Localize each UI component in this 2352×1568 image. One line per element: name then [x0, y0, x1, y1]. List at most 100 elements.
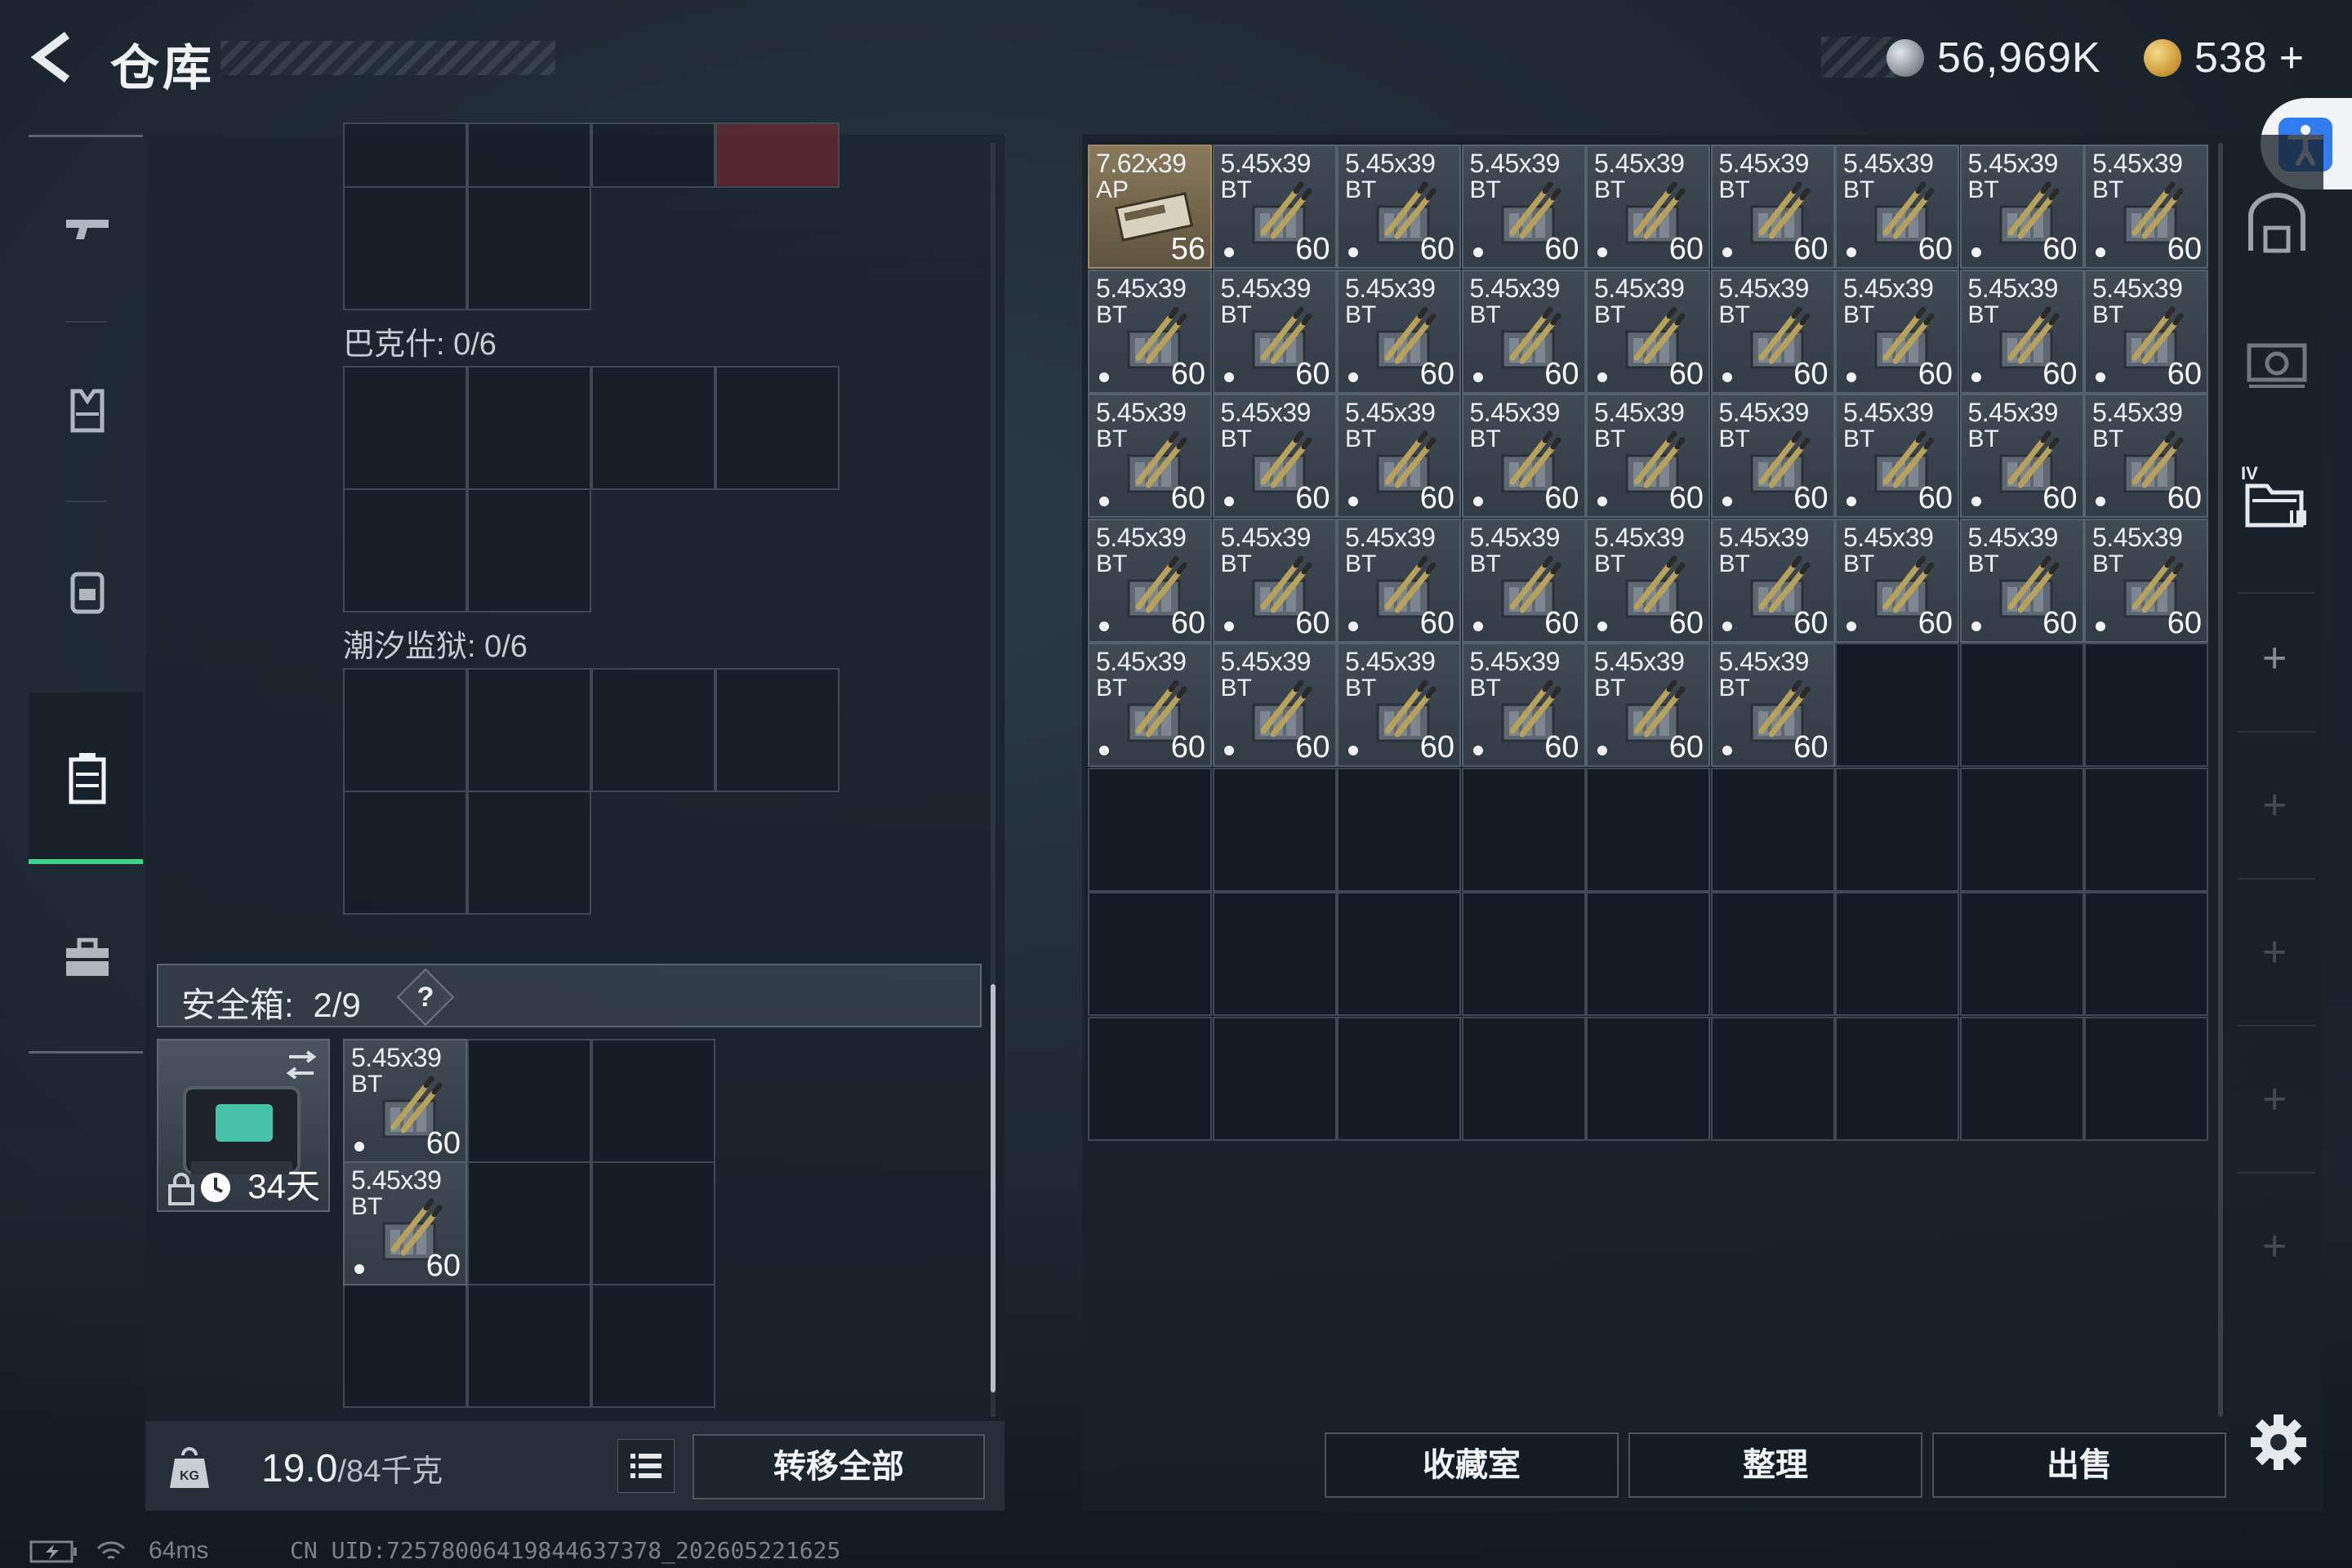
ammo-item[interactable]: 5.45x39 BT 60 [1337, 394, 1461, 518]
ammo-item[interactable]: 5.45x39 BT 60 [1959, 145, 2084, 269]
storage-cell[interactable] [1586, 767, 1710, 892]
nav-armor[interactable] [29, 337, 143, 484]
storage-cell[interactable] [1337, 1016, 1461, 1141]
ammo-item[interactable]: 5.45x39 BT 60 [343, 1161, 467, 1285]
ammo-item[interactable]: 5.45x39 BT 60 [1835, 269, 1959, 394]
grid-cell[interactable] [467, 1039, 591, 1163]
grid-cell[interactable] [467, 366, 591, 490]
ammo-item[interactable]: 5.45x39 BT 60 [1835, 145, 1959, 269]
grid-cell[interactable] [343, 1284, 467, 1408]
ammo-item[interactable]: 5.45x39 BT 60 [1835, 518, 1959, 643]
grid-cell[interactable] [591, 366, 715, 490]
ammo-item[interactable]: 5.45x39 BT 60 [1461, 394, 1586, 518]
help-icon[interactable]: ? [396, 968, 455, 1027]
add-storage-icon[interactable]: + [2262, 784, 2287, 826]
left-scrollbar[interactable] [991, 143, 996, 1417]
ammo-item[interactable]: 5.45x39 BT 60 [1212, 145, 1337, 269]
grid-cell[interactable] [591, 1039, 715, 1163]
ammo-item[interactable]: 5.45x39 BT 60 [1710, 643, 1835, 767]
ammo-item[interactable]: 5.45x39 BT 60 [1212, 643, 1337, 767]
grid-cell[interactable] [715, 366, 840, 490]
add-storage-icon[interactable]: + [2262, 1078, 2287, 1120]
grid-cell[interactable] [343, 488, 467, 612]
storage-cell[interactable] [1461, 1016, 1586, 1141]
ammo-item[interactable]: 5.45x39 BT 60 [1088, 269, 1212, 394]
ammo-item[interactable]: 5.45x39 BT 60 [2084, 518, 2208, 643]
ammo-item[interactable]: 5.45x39 BT 60 [1088, 394, 1212, 518]
collection-room-button[interactable]: 收藏室 [1325, 1432, 1619, 1498]
ammo-item[interactable]: 5.45x39 BT 60 [1212, 394, 1337, 518]
grid-cell[interactable] [343, 366, 467, 490]
nav-weapons[interactable] [29, 158, 143, 305]
ammo-item[interactable]: 5.45x39 BT 60 [343, 1039, 467, 1163]
nav-backpack[interactable] [29, 517, 143, 664]
storage-cell[interactable] [1959, 892, 2084, 1016]
transfer-all-button[interactable]: 转移全部 [693, 1434, 985, 1499]
storage-cell[interactable] [1710, 892, 1835, 1016]
grid-cell[interactable] [467, 488, 591, 612]
storage-cell[interactable] [1959, 767, 2084, 892]
ammo-item[interactable]: 5.45x39 BT 60 [1959, 269, 2084, 394]
ammo-item[interactable]: 5.45x39 BT 60 [1461, 518, 1586, 643]
storage-cell[interactable] [1461, 767, 1586, 892]
safebox-container-item[interactable]: 34天 [157, 1039, 330, 1212]
ammo-item[interactable]: 5.45x39 BT 60 [1337, 518, 1461, 643]
grid-cell[interactable] [467, 186, 591, 310]
grid-cell[interactable] [343, 668, 467, 792]
storage-cell[interactable] [1337, 767, 1461, 892]
ammo-item[interactable]: 5.45x39 BT 60 [2084, 394, 2208, 518]
grid-cell[interactable] [343, 122, 467, 188]
ammo-item[interactable]: 5.45x39 BT 60 [1586, 643, 1710, 767]
storage-cell[interactable] [1959, 1016, 2084, 1141]
ammo-item[interactable]: 5.45x39 BT 60 [1337, 145, 1461, 269]
ammo-item[interactable]: 5.45x39 BT 60 [1088, 518, 1212, 643]
storage-scrollbar[interactable] [2218, 143, 2223, 1417]
storage-cell[interactable] [1835, 767, 1959, 892]
ammo-item[interactable]: 5.45x39 BT 60 [2084, 269, 2208, 394]
ammo-item[interactable]: 5.45x39 BT 60 [1835, 394, 1959, 518]
organize-button[interactable]: 整理 [1628, 1432, 1922, 1498]
ammo-item[interactable]: 5.45x39 BT 60 [1586, 269, 1710, 394]
ammo-item[interactable]: 5.45x39 BT 60 [1212, 518, 1337, 643]
tab-level-storage[interactable]: IV [2230, 445, 2323, 576]
add-storage-icon[interactable]: + [2262, 1225, 2287, 1267]
gear-icon[interactable] [2247, 1411, 2310, 1473]
ammo-item[interactable]: 5.45x39 BT 60 [1959, 518, 2084, 643]
grid-cell[interactable] [343, 791, 467, 915]
grid-cell[interactable] [467, 122, 591, 188]
ammo-item[interactable]: 5.45x39 BT 60 [1337, 643, 1461, 767]
gold-currency[interactable]: 538 + [2144, 34, 2305, 82]
ammo-item[interactable]: 7.62x39 AP 56 [1088, 145, 1212, 269]
grid-cell[interactable] [591, 1284, 715, 1408]
ammo-item[interactable]: 5.45x39 BT 60 [1710, 145, 1835, 269]
ammo-item[interactable]: 5.45x39 BT 60 [1461, 643, 1586, 767]
storage-cell[interactable] [2084, 892, 2208, 1016]
nav-briefcase[interactable] [29, 884, 143, 1031]
storage-cell[interactable] [1088, 1016, 1212, 1141]
nav-storage[interactable] [29, 693, 143, 864]
storage-cell[interactable] [2084, 767, 2208, 892]
list-icon[interactable] [617, 1439, 675, 1493]
storage-cell[interactable] [1088, 767, 1212, 892]
grid-cell[interactable] [591, 668, 715, 792]
grid-cell[interactable] [715, 122, 840, 188]
ammo-item[interactable]: 5.45x39 BT 60 [1586, 394, 1710, 518]
grid-cell[interactable] [467, 668, 591, 792]
grid-cell[interactable] [715, 668, 840, 792]
sell-button[interactable]: 出售 [1932, 1432, 2226, 1498]
storage-cell[interactable] [1586, 1016, 1710, 1141]
add-storage-icon[interactable]: + [2262, 931, 2287, 973]
gold-add-button[interactable]: + [2279, 33, 2305, 82]
ammo-item[interactable]: 5.45x39 BT 60 [1710, 518, 1835, 643]
storage-cell[interactable] [2084, 643, 2208, 767]
ammo-item[interactable]: 5.45x39 BT 60 [1212, 269, 1337, 394]
grid-cell[interactable] [467, 791, 591, 915]
storage-cell[interactable] [1461, 892, 1586, 1016]
grid-cell[interactable] [467, 1161, 591, 1285]
back-arrow-icon[interactable] [24, 29, 82, 86]
storage-cell[interactable] [1835, 892, 1959, 1016]
storage-cell[interactable] [1835, 1016, 1959, 1141]
storage-cell[interactable] [1337, 892, 1461, 1016]
ammo-item[interactable]: 5.45x39 BT 60 [1461, 269, 1586, 394]
ammo-item[interactable]: 5.45x39 BT 60 [1959, 394, 2084, 518]
